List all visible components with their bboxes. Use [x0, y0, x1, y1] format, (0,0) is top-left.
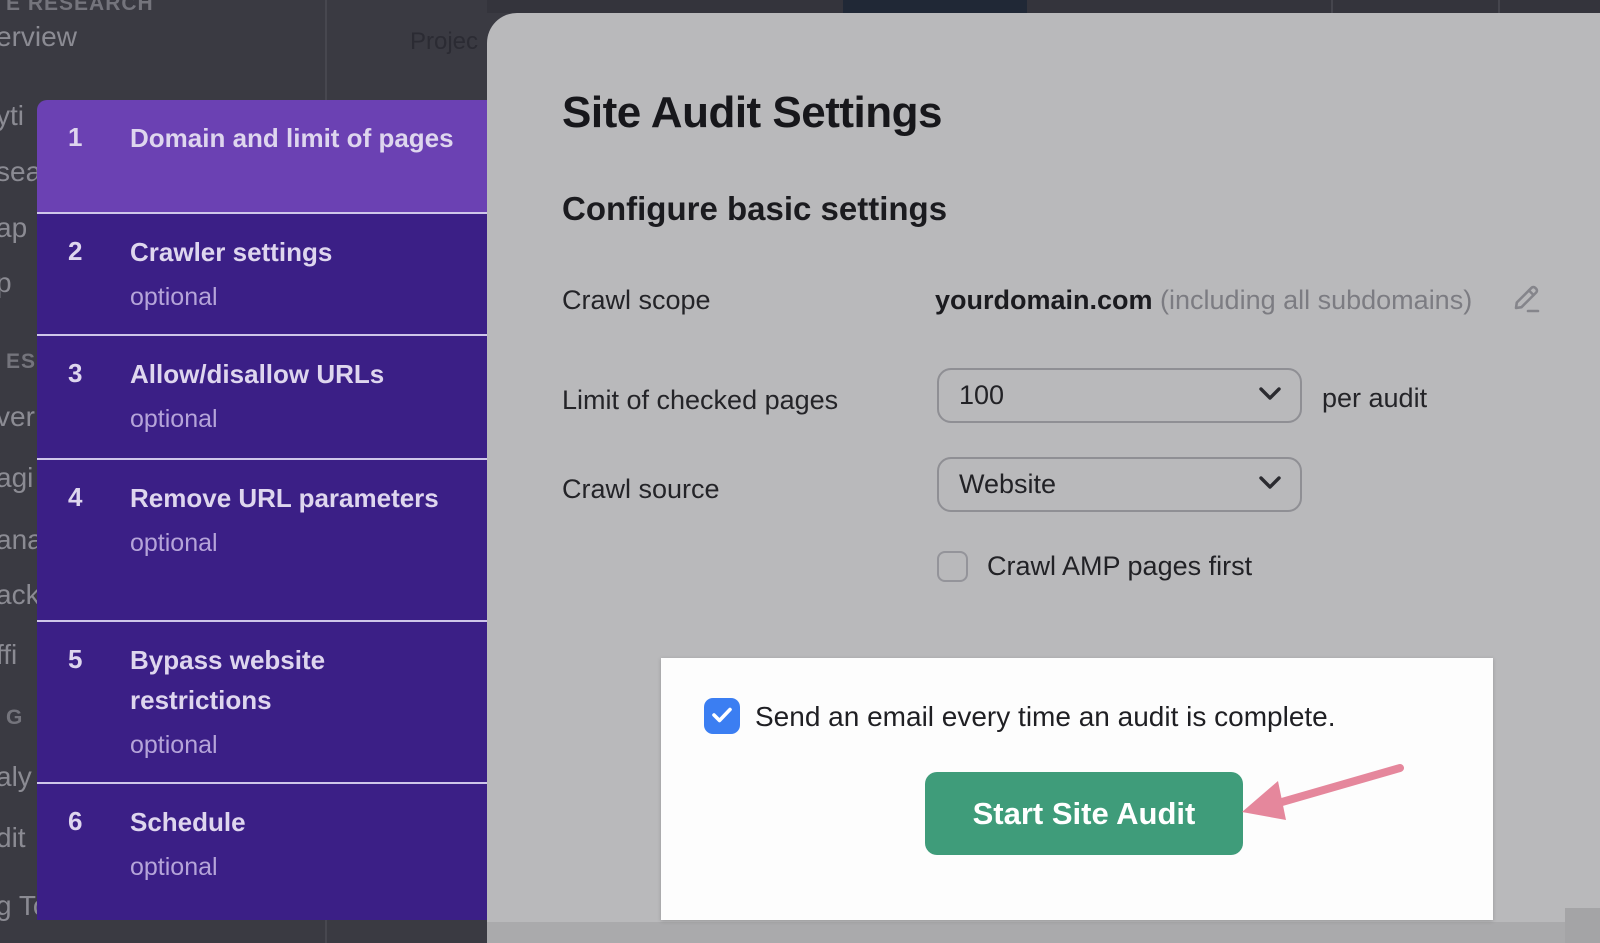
sidebar-item-partial: erview: [0, 21, 77, 53]
sidebar-section-label: G: [6, 706, 23, 730]
sidebar-item-partial: ffi: [0, 639, 17, 671]
start-site-audit-button[interactable]: Start Site Audit: [925, 772, 1243, 855]
wizard-step-bypass-website-restrictions[interactable]: 5 Bypass website restrictions optional: [37, 620, 487, 782]
sidebar-item-partial: aly: [0, 761, 32, 793]
limit-select-value: 100: [959, 380, 1004, 411]
step-title: Schedule: [130, 807, 246, 837]
step-note: optional: [130, 728, 457, 762]
checkmark-icon: [711, 706, 733, 727]
step-number: 3: [68, 354, 130, 458]
amp-checkbox[interactable]: [937, 551, 968, 582]
step-number: 5: [68, 640, 130, 782]
edit-crawl-scope-button[interactable]: [1509, 281, 1543, 315]
amp-checkbox-label: Crawl AMP pages first: [987, 551, 1252, 582]
section-heading: Configure basic settings: [562, 190, 947, 228]
email-checkbox[interactable]: [704, 698, 740, 734]
crawl-scope-value: yourdomain.com (including all subdomains…: [935, 285, 1472, 316]
step-note: optional: [130, 280, 457, 314]
wizard-step-schedule[interactable]: 6 Schedule optional: [37, 782, 487, 920]
sidebar-section-label: E RESEARCH: [6, 0, 154, 16]
wizard-step-allow-disallow-urls[interactable]: 3 Allow/disallow URLs optional: [37, 334, 487, 458]
crawl-scope-label: Crawl scope: [562, 285, 711, 316]
site-audit-settings-modal: Site Audit Settings Configure basic sett…: [487, 13, 1600, 943]
crawl-source-value: Website: [959, 469, 1056, 500]
top-tabs-strip: [487, 0, 1600, 13]
sidebar-item-partial: yti: [0, 100, 24, 132]
limit-suffix: per audit: [1322, 383, 1427, 414]
wizard-steps-panel: 1 Domain and limit of pages 2 Crawler se…: [37, 100, 487, 920]
edit-pencil-icon: [1509, 303, 1543, 318]
email-checkbox-label: Send an email every time an audit is com…: [755, 701, 1336, 733]
modal-bottom-strip: [487, 922, 1600, 943]
crawl-source-select[interactable]: Website: [937, 457, 1302, 512]
sidebar-item-partial: dit: [0, 822, 26, 854]
sidebar-item-partial: ver: [0, 401, 35, 433]
crawl-scope-note: (including all subdomains): [1153, 285, 1473, 315]
step-note: optional: [130, 402, 457, 436]
tab-divider: [1331, 0, 1333, 13]
projects-tab-partial: Projec: [410, 28, 478, 56]
sidebar-item-partial: agi: [0, 462, 33, 494]
step-title: Bypass website restrictions: [130, 645, 325, 715]
page-title: Site Audit Settings: [562, 88, 942, 138]
step-number: 2: [68, 232, 130, 334]
sidebar-item-partial: ack: [0, 579, 40, 611]
top-tab-active: [843, 0, 1027, 13]
sidebar-item-partial: p: [0, 267, 12, 299]
crawl-scope-domain: yourdomain.com: [935, 285, 1153, 315]
limit-label: Limit of checked pages: [562, 385, 838, 416]
step-number: 6: [68, 802, 130, 920]
step-title: Allow/disallow URLs: [130, 359, 384, 389]
step-note: optional: [130, 850, 457, 884]
limit-select[interactable]: 100: [937, 368, 1302, 423]
step-number: 4: [68, 478, 130, 620]
step-title: Crawler settings: [130, 237, 332, 267]
wizard-step-crawler-settings[interactable]: 2 Crawler settings optional: [37, 212, 487, 334]
step-title: Remove URL parameters: [130, 483, 439, 513]
step-title: Domain and limit of pages: [130, 123, 454, 153]
step-number: 1: [68, 118, 130, 212]
sidebar-item-partial: ap: [0, 212, 27, 244]
chevron-down-icon: [1258, 386, 1282, 406]
sidebar-item-partial: sea: [0, 156, 41, 188]
action-panel: Send an email every time an audit is com…: [661, 658, 1493, 920]
crawl-source-label: Crawl source: [562, 474, 720, 505]
wizard-step-domain-and-limit[interactable]: 1 Domain and limit of pages: [37, 100, 487, 212]
tab-divider: [1498, 0, 1500, 13]
step-note: optional: [130, 526, 457, 560]
chevron-down-icon: [1258, 475, 1282, 495]
wizard-step-remove-url-parameters[interactable]: 4 Remove URL parameters optional: [37, 458, 487, 620]
modal-corner-shade: [1565, 908, 1600, 943]
